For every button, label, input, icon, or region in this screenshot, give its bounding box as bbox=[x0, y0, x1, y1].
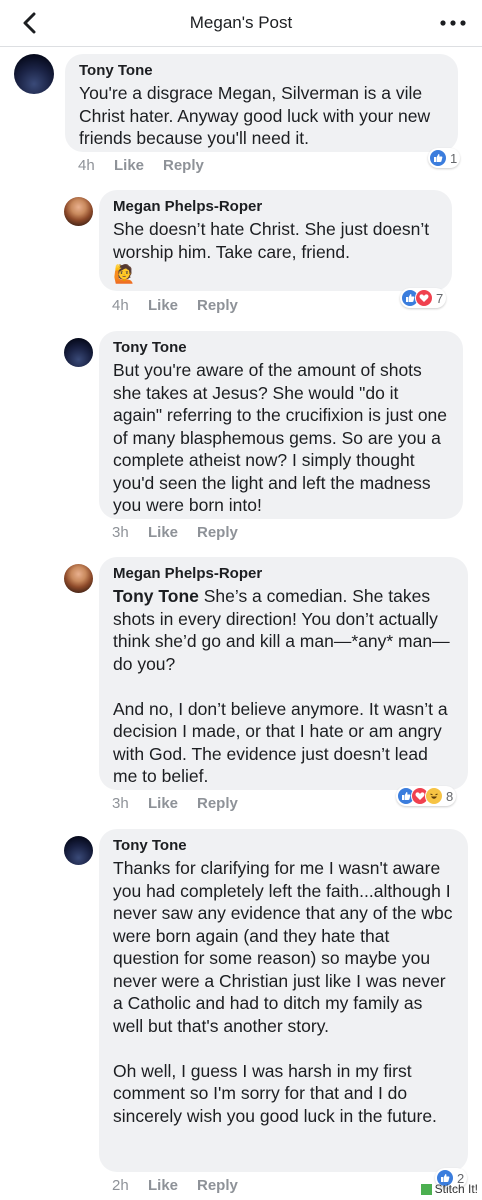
watermark-text: Stitch It! bbox=[434, 1182, 478, 1196]
like-button[interactable]: Like bbox=[148, 795, 197, 812]
comment-body: She’s a comedian. She takes shots in eve… bbox=[113, 586, 450, 786]
reaction-summary[interactable]: 1 bbox=[428, 148, 461, 168]
more-options-button[interactable] bbox=[436, 8, 470, 38]
avatar[interactable] bbox=[64, 836, 93, 865]
mention-link[interactable]: Tony Tone bbox=[113, 586, 199, 606]
avatar[interactable] bbox=[64, 338, 93, 367]
like-button[interactable]: Like bbox=[114, 157, 163, 174]
avatar[interactable] bbox=[64, 197, 93, 226]
love-reaction-icon bbox=[415, 289, 433, 307]
comment-bubble: Tony Tone You're a disgrace Megan, Silve… bbox=[65, 54, 458, 152]
reaction-summary[interactable]: 8 bbox=[396, 786, 457, 806]
like-button[interactable]: Like bbox=[148, 297, 197, 314]
comment-text: You're a disgrace Megan, Silverman is a … bbox=[79, 83, 436, 148]
comment-time: 4h bbox=[112, 297, 129, 314]
comment-time: 2h bbox=[112, 1177, 129, 1194]
comment-meta: 4h Like Reply bbox=[112, 297, 238, 314]
comment-author[interactable]: Megan Phelps-Roper bbox=[113, 565, 454, 583]
reply-button[interactable]: Reply bbox=[163, 157, 204, 174]
like-reaction-icon bbox=[429, 149, 447, 167]
comment-bubble: Tony Tone But you're aware of the amount… bbox=[99, 331, 463, 519]
stitch-it-logo-icon bbox=[420, 1183, 432, 1195]
like-button[interactable]: Like bbox=[148, 1177, 197, 1194]
raising-hand-emoji: 🙋 bbox=[113, 264, 136, 284]
reply-button[interactable]: Reply bbox=[197, 1177, 238, 1194]
stitch-it-watermark: Stitch It! bbox=[420, 1182, 478, 1196]
page-title: Megan's Post bbox=[189, 13, 293, 32]
reaction-count: 1 bbox=[450, 150, 458, 166]
comment-text: But you're aware of the amount of shots … bbox=[113, 360, 452, 515]
reaction-count: 7 bbox=[436, 290, 444, 306]
avatar[interactable] bbox=[64, 564, 93, 593]
reply-button[interactable]: Reply bbox=[197, 795, 238, 812]
comment-text: She doesn’t hate Christ. She just doesn’… bbox=[113, 219, 435, 262]
reply-button[interactable]: Reply bbox=[197, 524, 238, 541]
reply-button[interactable]: Reply bbox=[197, 297, 238, 314]
comment-author[interactable]: Tony Tone bbox=[79, 62, 444, 80]
comment-meta: 4h Like Reply bbox=[78, 157, 204, 174]
like-button[interactable]: Like bbox=[148, 524, 197, 541]
reaction-summary[interactable]: 7 bbox=[400, 288, 447, 308]
comment-meta: 2h Like Reply bbox=[112, 1177, 238, 1194]
avatar[interactable] bbox=[14, 54, 54, 94]
comment-text: Tony Tone She’s a comedian. She takes sh… bbox=[113, 585, 454, 788]
comment-time: 3h bbox=[112, 795, 129, 812]
comment-author[interactable]: Tony Tone bbox=[113, 837, 454, 855]
reaction-count: 8 bbox=[446, 788, 454, 804]
comment-author[interactable]: Tony Tone bbox=[113, 339, 449, 357]
comment-time: 4h bbox=[78, 157, 95, 174]
comment-text: Thanks for clarifying for me I wasn't aw… bbox=[113, 858, 453, 1126]
more-dots-icon bbox=[440, 20, 466, 26]
comment-meta: 3h Like Reply bbox=[112, 524, 238, 541]
comment-author[interactable]: Megan Phelps-Roper bbox=[113, 198, 438, 216]
comment-time: 3h bbox=[112, 524, 129, 541]
comment-meta: 3h Like Reply bbox=[112, 795, 238, 812]
comment-bubble: Megan Phelps-Roper Tony Tone She’s a com… bbox=[99, 557, 468, 790]
comment-bubble: Tony Tone Thanks for clarifying for me I… bbox=[99, 829, 468, 1172]
comment-bubble: Megan Phelps-Roper She doesn’t hate Chri… bbox=[99, 190, 452, 291]
top-bar: Megan's Post bbox=[0, 0, 482, 47]
haha-reaction-icon bbox=[425, 787, 443, 805]
